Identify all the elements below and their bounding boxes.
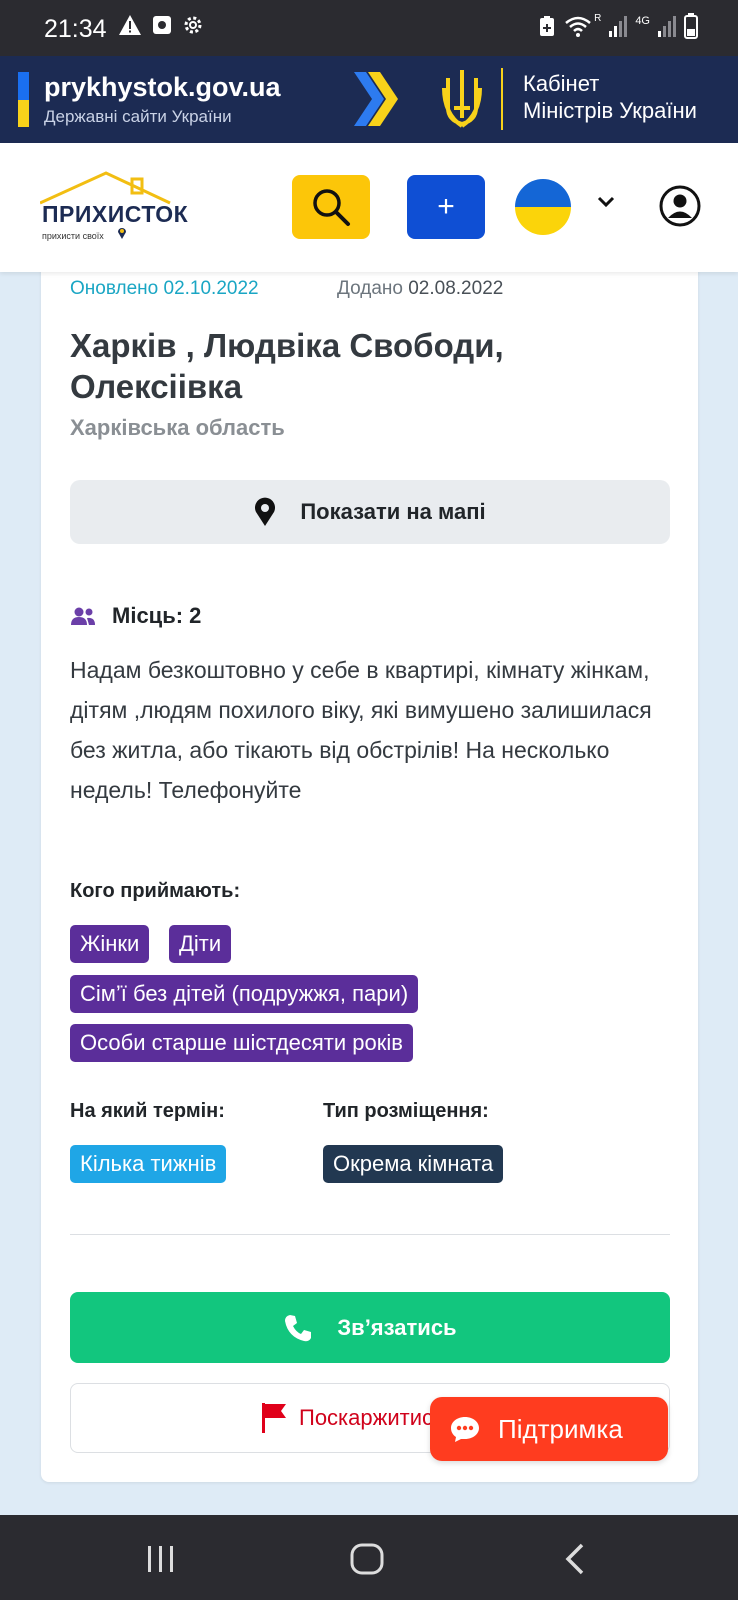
- notification-icon: [153, 16, 171, 34]
- places-count: Місць: 2: [70, 603, 201, 629]
- signal-icon: [609, 16, 628, 37]
- gov-divider: [501, 68, 503, 130]
- show-on-map-label: Показати на мапі: [300, 499, 486, 524]
- gov-domain[interactable]: prykhystok.gov.ua: [44, 71, 281, 103]
- site-header: ПРИХИСТОК прихисти своїх +: [0, 143, 738, 272]
- recent-apps-icon[interactable]: [146, 1545, 176, 1573]
- type-label: Тип розміщення:: [323, 1100, 489, 1122]
- map-pin-icon: [255, 497, 276, 526]
- logo-text: ПРИХИСТОК: [42, 201, 189, 227]
- signal-icon-2: [658, 16, 676, 37]
- term-label: На який термін:: [70, 1100, 225, 1122]
- user-account-icon[interactable]: [659, 185, 701, 227]
- updated-label: Оновлено: [70, 278, 159, 299]
- tag-women: Жінки: [70, 925, 150, 963]
- roaming-indicator: R: [594, 13, 602, 24]
- chat-bubble-icon: [451, 1417, 479, 1442]
- language-flag-button[interactable]: [515, 179, 571, 235]
- added-label: Додано: [337, 278, 403, 299]
- site-logo[interactable]: ПРИХИСТОК прихисти своїх: [40, 171, 200, 246]
- support-label: Підтримка: [498, 1413, 623, 1444]
- network-type: 4G: [635, 15, 650, 27]
- updated-date: 02.10.2022: [163, 278, 259, 299]
- added-info: Додано 02.08.2022: [337, 278, 503, 300]
- listing-title: Харків , Людвіка Свободи, Олексіівка: [70, 327, 504, 405]
- chevron-down-icon[interactable]: [596, 195, 616, 209]
- status-left-icons: [118, 14, 204, 36]
- status-bar: 21:34 R 4G: [0, 0, 738, 56]
- wifi-icon: [565, 16, 591, 37]
- updated-info: Оновлено 02.10.2022: [70, 278, 259, 300]
- logo-tagline: прихисти своїх: [42, 231, 104, 241]
- contact-label: Зв’язатись: [337, 1314, 457, 1340]
- support-chat-button[interactable]: Підтримка: [430, 1397, 668, 1461]
- chevrons-logo-icon: [354, 72, 398, 126]
- listing-region: Харківська область: [70, 415, 285, 440]
- tag-children: Діти: [169, 925, 232, 963]
- places-label: Місць: 2: [112, 603, 202, 628]
- who-label: Кого приймають:: [70, 880, 241, 902]
- listing-card: Оновлено 02.10.2022 Додано 02.08.2022 Ха…: [41, 240, 698, 1482]
- data-saver-icon: [540, 16, 555, 36]
- warning-icon: [119, 15, 141, 35]
- people-icon: [71, 607, 95, 625]
- gov-subtitle: Державні сайти України: [44, 107, 232, 126]
- contact-button[interactable]: Зв’язатись: [70, 1292, 670, 1363]
- card-divider: [70, 1234, 670, 1235]
- home-icon[interactable]: [350, 1543, 384, 1575]
- add-listing-button[interactable]: +: [407, 175, 485, 239]
- listing-description: Надам безкоштовно у себе в квартирі, кім…: [70, 657, 652, 803]
- flag-icon: [262, 1403, 286, 1433]
- type-value: Окрема кімната: [323, 1145, 504, 1183]
- trident-icon: [442, 70, 482, 128]
- cabinet-line2: Міністрів України: [523, 98, 697, 123]
- search-button[interactable]: [292, 175, 370, 239]
- settings-icon: [184, 16, 202, 34]
- back-icon[interactable]: [564, 1543, 586, 1575]
- cabinet-line1: Кабінет: [523, 71, 600, 96]
- term-value: Кілька тижнів: [70, 1145, 227, 1183]
- search-icon: [313, 189, 350, 226]
- battery-icon: [684, 13, 698, 39]
- report-label: Поскаржитись: [299, 1405, 445, 1430]
- tag-elderly: Особи старше шістдесяти років: [70, 1024, 413, 1062]
- show-on-map-button[interactable]: Показати на мапі: [70, 480, 670, 544]
- location-pin-icon: [118, 228, 126, 239]
- phone-icon: [285, 1314, 312, 1341]
- android-nav-bar: [0, 1515, 738, 1600]
- status-time: 21:34: [44, 15, 107, 43]
- gov-banner[interactable]: prykhystok.gov.ua Державні сайти України…: [0, 56, 738, 143]
- added-date: 02.08.2022: [408, 278, 504, 299]
- ukraine-stripe: [18, 72, 29, 127]
- tag-families: Сім’ї без дітей (подружжя, пари): [70, 975, 419, 1013]
- status-right-icons: R 4G: [538, 13, 698, 39]
- plus-icon: +: [437, 190, 455, 223]
